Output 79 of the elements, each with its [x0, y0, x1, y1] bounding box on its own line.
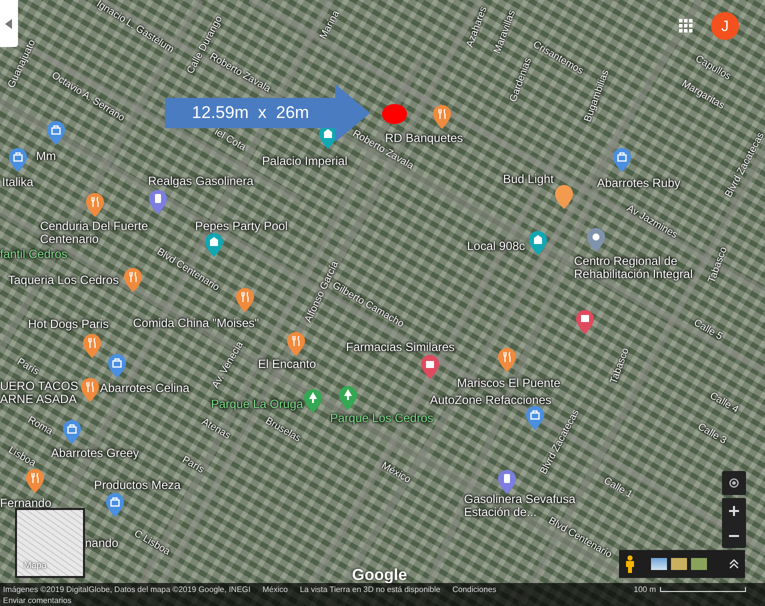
chevron-up-icon[interactable]: [729, 559, 739, 569]
place-label[interactable]: Abarrotes Ruby: [597, 177, 680, 190]
shopping-bag-pin-icon[interactable]: [47, 121, 65, 145]
place-label[interactable]: RD Banquetes: [385, 132, 464, 145]
place-label[interactable]: Realgas Gasolinera: [148, 175, 254, 188]
place-label[interactable]: Fernando: [0, 497, 52, 510]
scale-label: 100 m: [634, 585, 656, 594]
terms-link[interactable]: Condiciones: [452, 585, 496, 594]
place-label[interactable]: Centro Regional de Rehabilitación Integral: [574, 255, 704, 281]
map-pin-icon[interactable]: [587, 228, 605, 252]
target-icon: [729, 478, 739, 488]
place-label[interactable]: Productos Meza: [94, 479, 181, 492]
building-pin-icon[interactable]: [205, 233, 223, 257]
place-label[interactable]: Taqueria Los Cedros: [8, 274, 119, 287]
place-label[interactable]: Parque La Oruga: [211, 398, 304, 411]
notice-text: La vista Tierra en 3D no está disponible: [300, 585, 440, 594]
place-label[interactable]: Mariscos El Puente: [457, 377, 560, 390]
place-label[interactable]: Abarrotes Celina: [100, 382, 190, 395]
shopping-bag-pin-icon[interactable]: [106, 493, 124, 517]
imagery-thumbnail[interactable]: [691, 558, 707, 570]
place-label[interactable]: Farmacias Similares: [346, 341, 455, 354]
plus-icon: [729, 506, 739, 516]
place-label[interactable]: Parque Los Cedros: [330, 412, 434, 425]
layer-switcher[interactable]: Mapa: [15, 508, 85, 578]
apps-grid-icon[interactable]: [679, 19, 693, 33]
place-label[interactable]: nando: [85, 537, 118, 550]
place-label[interactable]: El Encanto: [258, 358, 316, 371]
place-label[interactable]: Abarrotes Greey: [51, 447, 140, 460]
street-label: iel Cota: [212, 126, 248, 154]
place-label[interactable]: Pepes Party Pool: [195, 220, 288, 233]
layer-label: Mapa: [24, 560, 47, 570]
left-triangle-icon: [5, 18, 13, 28]
place-label[interactable]: UERO TACOS ARNE ASADA: [0, 380, 80, 406]
restaurant-pin-icon[interactable]: [433, 105, 451, 129]
place-label[interactable]: Mm: [36, 150, 56, 163]
map-pin-icon[interactable]: [555, 185, 573, 209]
imagery-thumbnail[interactable]: [671, 558, 687, 570]
shopping-bag-pin-icon[interactable]: [9, 148, 27, 172]
my-location-button[interactable]: [722, 471, 746, 495]
place-label[interactable]: AutoZone Refacciones: [430, 394, 552, 407]
fuel-pump-pin-icon[interactable]: [149, 190, 167, 214]
restaurant-pin-icon[interactable]: [287, 332, 305, 356]
restaurant-pin-icon[interactable]: [83, 334, 101, 358]
street-label: Calle 1: [602, 475, 634, 501]
imagery-thumbnail[interactable]: [651, 558, 667, 570]
place-label[interactable]: Comida China "Moises": [133, 317, 259, 330]
restaurant-pin-icon[interactable]: [236, 288, 254, 312]
region-link[interactable]: México: [262, 585, 288, 594]
building-pin-icon[interactable]: [529, 231, 547, 255]
restaurant-pin-icon[interactable]: [86, 193, 104, 217]
place-label[interactable]: Hot Dogs Paris: [28, 318, 109, 331]
map-pin-icon[interactable]: [576, 310, 594, 334]
place-label[interactable]: Cenduria Del Fuerte Centenario: [40, 220, 160, 246]
street-label: París: [180, 454, 206, 476]
street-label: Calle 4: [708, 390, 740, 416]
place-label[interactable]: Italika: [2, 176, 34, 189]
restaurant-pin-icon[interactable]: [124, 268, 142, 292]
attribution-text: Imágenes ©2019 DigitalGlobe, Datos del mapa ©2019 Google, INEGI: [3, 585, 250, 594]
street-label: Calle 5: [692, 317, 724, 343]
restaurant-pin-icon[interactable]: [81, 378, 99, 402]
shopping-bag-pin-icon[interactable]: [613, 148, 631, 172]
restaurant-pin-icon[interactable]: [26, 469, 44, 493]
fuel-pump-pin-icon[interactable]: [498, 470, 516, 494]
pegman-icon[interactable]: [625, 555, 635, 573]
minus-icon: [729, 534, 739, 536]
tree-pin-icon[interactable]: [304, 389, 322, 413]
shopping-bag-pin-icon[interactable]: [526, 406, 544, 430]
tree-pin-icon[interactable]: [339, 386, 357, 410]
place-label[interactable]: Local 908c: [467, 240, 526, 253]
place-label[interactable]: Palacio Imperial: [262, 155, 348, 168]
street-label: París: [15, 356, 41, 378]
shopping-bag-pin-icon[interactable]: [108, 354, 126, 378]
place-label[interactable]: Bud Light: [503, 173, 554, 186]
logo: Google: [352, 567, 408, 585]
street-label: Calle 3: [696, 421, 728, 447]
feedback-link[interactable]: Enviar comentarios: [3, 596, 762, 605]
restaurant-pin-icon[interactable]: [498, 348, 516, 372]
shopping-bag-pin-icon[interactable]: [63, 420, 81, 444]
place-label[interactable]: fantil Cedros: [0, 248, 68, 261]
